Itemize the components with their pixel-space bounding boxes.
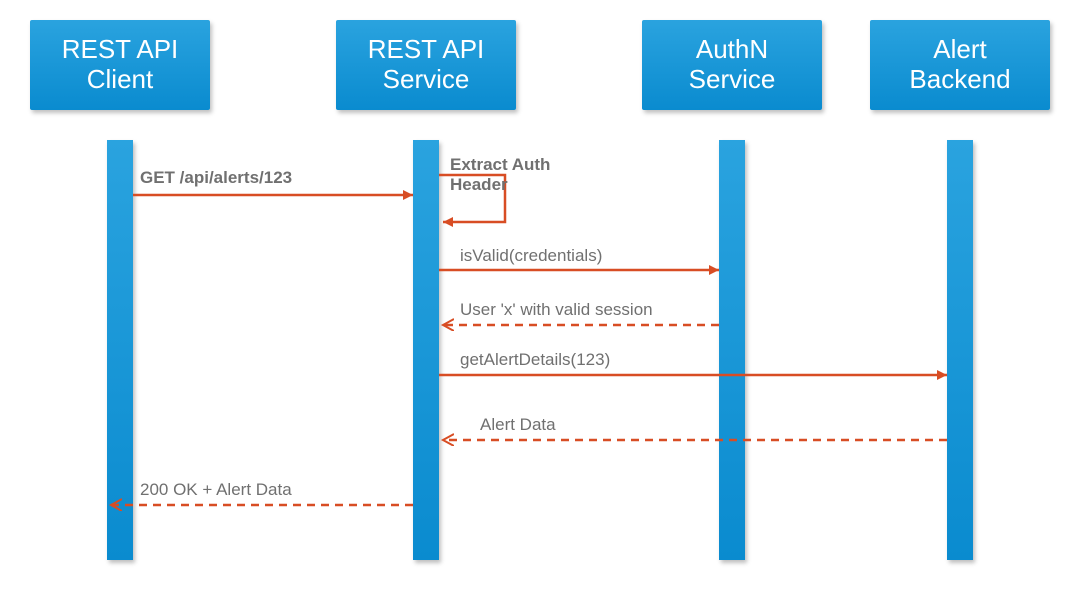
participant-service-label: REST API Service	[368, 35, 485, 95]
lifeline-client	[107, 140, 133, 560]
sequence-diagram: REST API Client REST API Service AuthN S…	[0, 0, 1082, 604]
participant-authn: AuthN Service	[642, 20, 822, 110]
lifeline-authn	[719, 140, 745, 560]
lifeline-backend	[947, 140, 973, 560]
participant-client: REST API Client	[30, 20, 210, 110]
msg-alert-data: Alert Data	[480, 415, 556, 435]
msg-isvalid: isValid(credentials)	[460, 246, 602, 266]
participant-backend-label: Alert Backend	[909, 35, 1010, 95]
msg-getalertdetails: getAlertDetails(123)	[460, 350, 610, 370]
msg-valid-session: User 'x' with valid session	[460, 300, 653, 320]
msg-200-ok: 200 OK + Alert Data	[140, 480, 292, 500]
participant-service: REST API Service	[336, 20, 516, 110]
participant-authn-label: AuthN Service	[689, 35, 776, 95]
lifeline-service	[413, 140, 439, 560]
participant-backend: Alert Backend	[870, 20, 1050, 110]
participant-client-label: REST API Client	[62, 35, 179, 95]
msg-get-alerts: GET /api/alerts/123	[140, 168, 292, 188]
msg-extract-auth: Extract Auth Header	[450, 155, 550, 194]
